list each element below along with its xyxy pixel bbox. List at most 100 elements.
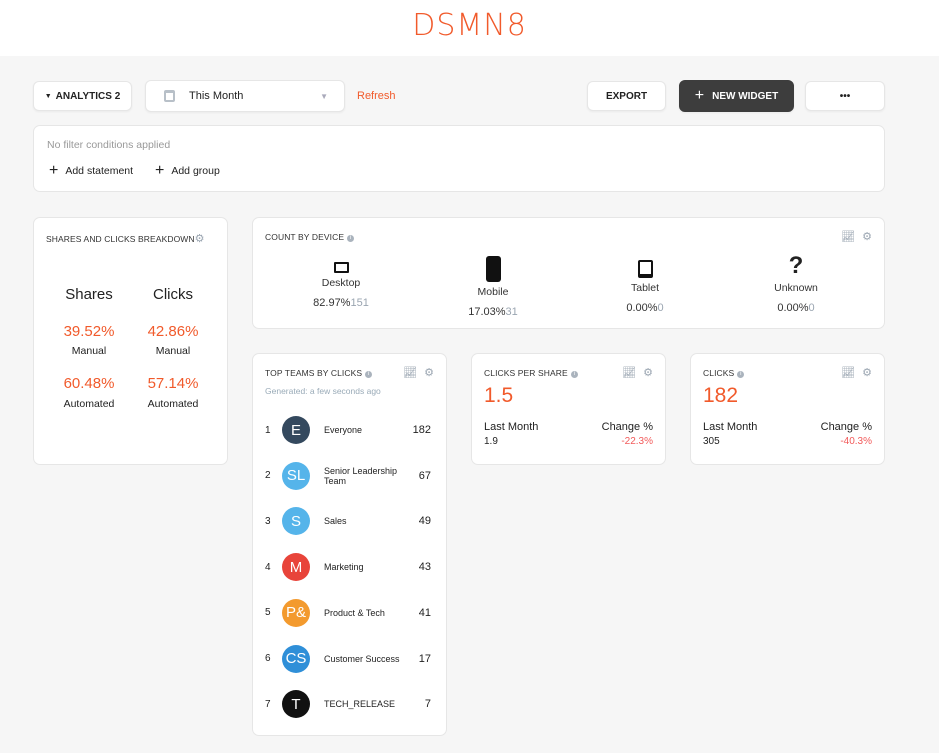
device-unknown: ? Unknown 0.00%0 xyxy=(746,252,846,315)
team-row[interactable]: 6 CS Customer Success 17 xyxy=(265,644,431,673)
change-label: Change % xyxy=(820,421,872,433)
plus-icon: + xyxy=(49,162,59,179)
team-row[interactable]: 7 T TECH_RELEASE 7 xyxy=(265,690,431,719)
chart-icon[interactable]: 📈︎ xyxy=(841,230,855,243)
more-options-button[interactable]: ••• xyxy=(805,81,885,111)
last-month-value: 1.9 xyxy=(484,436,498,447)
team-row[interactable]: 3 S Sales 49 xyxy=(265,507,431,536)
export-button[interactable]: EXPORT xyxy=(587,81,666,111)
date-range-value: This Month xyxy=(189,90,244,102)
team-rank: 1 xyxy=(265,424,271,436)
last-month-label: Last Month xyxy=(703,421,758,433)
device-label: Mobile xyxy=(477,286,509,298)
change-label: Change % xyxy=(601,421,653,433)
gear-icon[interactable]: ⚙ xyxy=(643,366,653,379)
team-row[interactable]: 5 P& Product & Tech 41 xyxy=(265,598,431,627)
clicks-automated-value: 57.14% xyxy=(147,375,199,392)
device-value: 17.03%31 xyxy=(468,306,518,318)
metric-value: 1.5 xyxy=(484,384,514,407)
team-avatar: P& xyxy=(282,598,310,627)
team-name: Marketing xyxy=(324,562,364,573)
widget-title: COUNT BY DEVICE i xyxy=(265,232,355,242)
gear-icon[interactable]: ⚙ xyxy=(862,230,872,243)
team-avatar: E xyxy=(282,416,310,444)
team-count: 7 xyxy=(424,698,431,711)
team-name: Product & Tech xyxy=(324,607,385,618)
team-avatar: S xyxy=(282,507,310,536)
dashboard-name: ANALYTICS 2 xyxy=(55,90,121,102)
change-value: -40.3% xyxy=(840,436,872,447)
info-icon[interactable]: i xyxy=(347,235,355,242)
widget-title: CLICKS PER SHARE i xyxy=(484,368,578,378)
question-icon: ? xyxy=(788,252,804,279)
team-avatar: T xyxy=(282,690,310,719)
plus-icon: + xyxy=(694,87,705,104)
dashboard-selector[interactable]: ▼ ANALYTICS 2 xyxy=(33,81,132,111)
shares-clicks-breakdown-widget: SHARES AND CLICKS BREAKDOWN⚙ Shares Clic… xyxy=(33,217,228,465)
automated-label: Automated xyxy=(147,398,199,410)
team-count: 41 xyxy=(418,606,431,619)
add-statement-label: Add statement xyxy=(65,165,134,177)
team-avatar: CS xyxy=(282,644,310,673)
device-mobile: Mobile 17.03%31 xyxy=(443,256,543,318)
team-count: 67 xyxy=(418,469,431,482)
clicks-manual-value: 42.86% xyxy=(147,323,199,340)
last-month-value: 305 xyxy=(703,436,720,447)
gear-icon[interactable]: ⚙ xyxy=(862,366,872,379)
gear-icon[interactable]: ⚙ xyxy=(195,233,205,245)
team-row[interactable]: 4 M Marketing 43 xyxy=(265,553,431,582)
team-count: 49 xyxy=(418,515,431,528)
device-tablet: Tablet 0.00%0 xyxy=(595,260,695,314)
date-range-select[interactable]: This Month ▼ xyxy=(145,80,345,112)
team-rank: 5 xyxy=(265,607,271,619)
tablet-icon xyxy=(637,260,653,278)
info-icon[interactable]: i xyxy=(737,371,745,378)
device-desktop: Desktop 82.97%151 xyxy=(291,262,391,309)
team-row[interactable]: 1 E Everyone 182 xyxy=(265,416,431,444)
top-teams-widget: TOP TEAMS BY CLICKS i 📈︎ ⚙ Generated: a fe… xyxy=(252,353,447,736)
team-row[interactable]: 2 SL Senior Leadership Team 67 xyxy=(265,461,431,490)
clicks-heading: Clicks xyxy=(153,286,193,303)
device-label: Tablet xyxy=(630,282,660,294)
chart-icon[interactable]: 📈︎ xyxy=(841,366,855,379)
widget-title: CLICKS i xyxy=(703,368,745,378)
new-widget-label: NEW WIDGET xyxy=(712,90,779,102)
refresh-link[interactable]: Refresh xyxy=(357,90,396,102)
add-group-label: Add group xyxy=(171,165,220,177)
add-group-button[interactable]: + Add group xyxy=(155,162,220,180)
chart-icon[interactable]: 📈︎ xyxy=(622,366,636,379)
logo: DSMN8 xyxy=(412,8,527,43)
team-rank: 4 xyxy=(265,561,271,573)
team-count: 182 xyxy=(412,424,431,436)
widget-title: TOP TEAMS BY CLICKS i xyxy=(265,368,373,378)
chart-icon[interactable]: 📈︎ xyxy=(403,366,417,379)
team-name: Customer Success xyxy=(324,653,400,664)
team-name: Senior Leadership Team xyxy=(324,465,398,486)
desktop-icon xyxy=(333,262,349,273)
filter-panel: No filter conditions applied + Add statem… xyxy=(33,125,885,192)
calendar-icon xyxy=(164,90,175,102)
team-avatar: SL xyxy=(282,461,310,490)
plus-icon: + xyxy=(155,162,165,179)
team-name: Everyone xyxy=(324,425,363,435)
widget-title: SHARES AND CLICKS BREAKDOWN⚙ xyxy=(46,233,205,245)
info-icon[interactable]: i xyxy=(570,371,578,378)
new-widget-button[interactable]: + NEW WIDGET xyxy=(679,80,794,112)
device-value: 0.00%0 xyxy=(626,302,664,314)
gear-icon[interactable]: ⚙ xyxy=(424,366,434,379)
header: DSMN8 xyxy=(0,0,939,56)
clicks-per-share-widget: CLICKS PER SHARE i 📈︎ ⚙ 1.5 Last Month 1.9… xyxy=(471,353,666,465)
device-label: Unknown xyxy=(774,282,818,294)
team-rank: 3 xyxy=(265,515,271,527)
info-icon[interactable]: i xyxy=(365,371,373,378)
team-rank: 2 xyxy=(265,470,271,482)
device-value: 0.00%0 xyxy=(777,302,815,314)
team-avatar: M xyxy=(282,553,310,582)
caret-down-icon: ▼ xyxy=(44,92,52,100)
device-label: Desktop xyxy=(321,277,361,289)
mobile-icon xyxy=(485,256,501,282)
add-statement-button[interactable]: + Add statement xyxy=(49,162,133,180)
generated-timestamp: Generated: a few seconds ago xyxy=(265,386,381,396)
filter-empty-text: No filter conditions applied xyxy=(47,139,171,151)
team-count: 43 xyxy=(418,561,431,574)
